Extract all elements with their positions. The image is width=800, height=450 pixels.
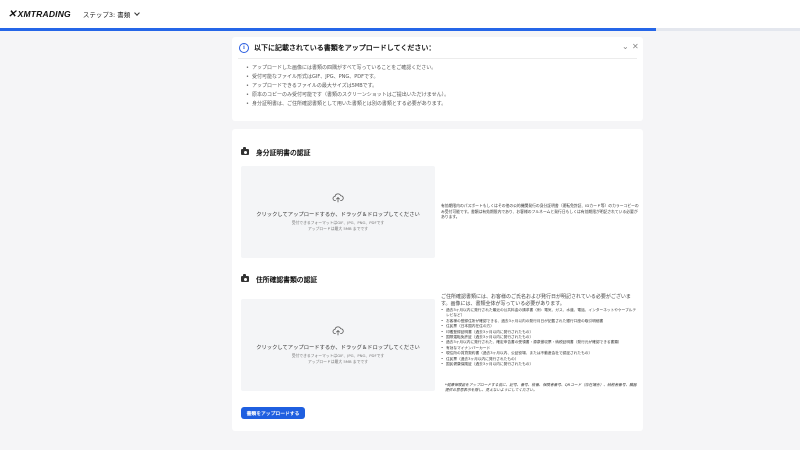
upload-cloud-icon [332, 193, 344, 203]
info-icon: i [239, 43, 249, 53]
list-item: 受付可能なファイル形式はGIF、JPG、PNG、PDFです。 [246, 73, 449, 82]
step-selector[interactable]: ステップ3: 書類 [82, 9, 141, 19]
health-insurance-note: *健康保険証をアップロードする前に、記号、番号、枝番、保険者番号、QRコード（存… [445, 383, 637, 393]
close-icon[interactable]: ✕ [632, 42, 639, 52]
progress-fill [0, 28, 656, 31]
list-item: アップロードできるファイルの最大サイズは5MBです。 [246, 82, 449, 91]
identity-section-title: 身分証明書の認証 [241, 147, 310, 157]
address-dropzone[interactable]: クリックしてアップロードするか、ドラッグ＆ドロップしてください 受付できるフォー… [241, 299, 435, 391]
dropzone-instruction: クリックしてアップロードするか、ドラッグ＆ドロップしてください [256, 212, 420, 218]
step-label: ステップ3: 書類 [82, 11, 131, 19]
identity-requirements: 有効期限内のパスポートもしくはその他の公的機関発行の身分証明書（運転免許証、ID… [441, 203, 639, 219]
xm-logo[interactable]: ✕ XMTRADING [8, 9, 71, 20]
divider [238, 58, 637, 59]
notice-panel: i 以下に記載されている書類をアップロードしてください： ⌄ ✕ アップロードし… [232, 37, 643, 121]
top-bar: ✕ XMTRADING ステップ3: 書類 [0, 0, 800, 28]
progress-bar [0, 28, 800, 31]
dropzone-maxsize: アップロードは最大 5MB までです [307, 225, 369, 231]
collapse-icon[interactable]: ⌄ [622, 42, 629, 52]
list-item: アップロードした画像には書類の四隅がすべて写っていることをご確認ください。 [246, 64, 449, 73]
x-logo-icon: ✕ [8, 8, 17, 20]
upload-panel: 身分証明書の認証 クリックしてアップロードするか、ドラッグ＆ドロップしてください… [232, 129, 643, 431]
notice-title: 以下に記載されている書類をアップロードしてください： [254, 44, 436, 52]
list-item: 原本のコピーのみ受付可能です（書類のスクリーンショットはご提出いただけません）。 [246, 91, 449, 100]
address-document-list: 過去3ヶ月以内に発行された最近の公共料金の請求書（例：電気、ガス、水道、電話、イ… [441, 308, 639, 368]
camera-icon [241, 147, 249, 155]
list-item: 国民健康保険証（過去3ヶ月以内に発行されたもの） [441, 362, 639, 368]
address-intro: ご住所確認書類には、お客様のご氏名および発行日が明記されている必要がございます。… [441, 294, 631, 307]
identity-dropzone[interactable]: クリックしてアップロードするか、ドラッグ＆ドロップしてください 受付できるフォー… [241, 166, 435, 258]
camera-icon [241, 274, 249, 282]
logo-text: XMTRADING [17, 9, 71, 19]
chevron-down-icon [134, 9, 141, 16]
address-section-title: 住所確認書類の認証 [241, 274, 317, 284]
identity-title-text: 身分証明書の認証 [256, 149, 311, 157]
upload-cloud-icon [332, 326, 344, 336]
upload-documents-button[interactable]: 書類をアップロードする [241, 407, 305, 419]
dropzone-instruction: クリックしてアップロードするか、ドラッグ＆ドロップしてください [256, 345, 420, 351]
list-item: 過去3ヶ月以内に発行された最近の公共料金の請求書（例：電気、ガス、水道、電話、イ… [441, 308, 639, 319]
dropzone-maxsize: アップロードは最大 5MB までです [307, 358, 369, 364]
notice-list: アップロードした画像には書類の四隅がすべて写っていることをご確認ください。 受付… [246, 64, 449, 109]
address-title-text: 住所確認書類の認証 [256, 276, 318, 284]
list-item: 身分証明書は、ご住所確認書類として用いた書類とは別の書類とする必要があります。 [246, 100, 449, 109]
